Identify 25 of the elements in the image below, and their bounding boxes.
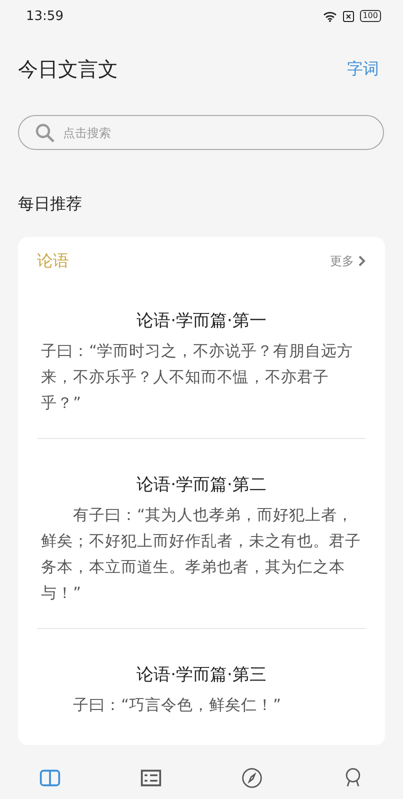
more-link[interactable]: 更多 [330, 252, 366, 270]
compass-icon [240, 767, 263, 789]
card-title: 论语 [37, 250, 69, 272]
passage-text: 有子曰：“其为人也孝弟，而好犯上者，鲜矣；不好犯上而好作乱者，未之有也。君子务本，本立而道生。孝弟也者，其为仁之本与！” [40, 505, 362, 604]
tab-button[interactable] [140, 767, 162, 789]
passage-title: 论语·学而篇·第二 [136, 474, 268, 496]
tab-button[interactable] [240, 767, 263, 789]
wifi-icon [322, 10, 337, 22]
words-link[interactable]: 字词 [347, 58, 379, 80]
passage-title: 论语·学而篇·第三 [136, 664, 268, 686]
book-icon [39, 767, 62, 789]
list-icon [140, 767, 162, 789]
passage-text: 子曰：“巧言令色，鲜矣仁！” [72, 695, 282, 716]
passage-text: 子曰：“学而时习之，不亦说乎？有朋自远方来，不亦乐乎？人不知而不愠，不亦君子乎？” [40, 341, 354, 414]
status-time: 13:59 [26, 8, 64, 24]
chevron-icon [358, 255, 366, 267]
search-icon [35, 122, 55, 142]
passage-title: 论语·学而篇·第一 [136, 310, 268, 332]
tab-button[interactable] [39, 767, 62, 789]
search-bar[interactable]: 点击搜索 [18, 115, 384, 150]
page-title: 今日文言文 [18, 56, 118, 82]
search-field[interactable]: 点击搜索 [61, 124, 367, 140]
battery-icon: 100 [360, 10, 381, 22]
section-title: 每日推荐 [17, 193, 83, 215]
sim-icon [342, 10, 354, 22]
